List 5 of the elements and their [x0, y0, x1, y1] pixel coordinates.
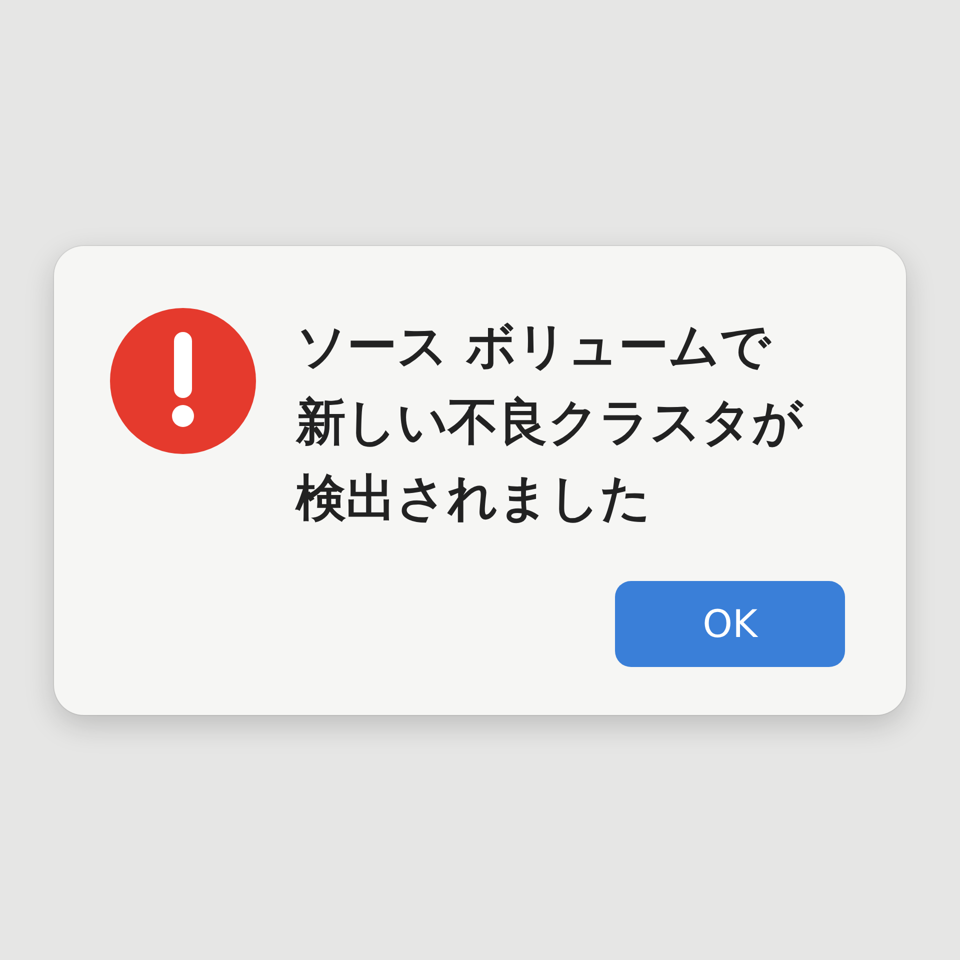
exclamation-icon	[110, 308, 256, 454]
message-line: ソース ボリュームで	[296, 316, 770, 376]
ok-button[interactable]: OK	[615, 580, 845, 666]
message-line: 検出されました	[296, 468, 651, 528]
message-line: 新しい不良クラスタが	[296, 392, 803, 452]
